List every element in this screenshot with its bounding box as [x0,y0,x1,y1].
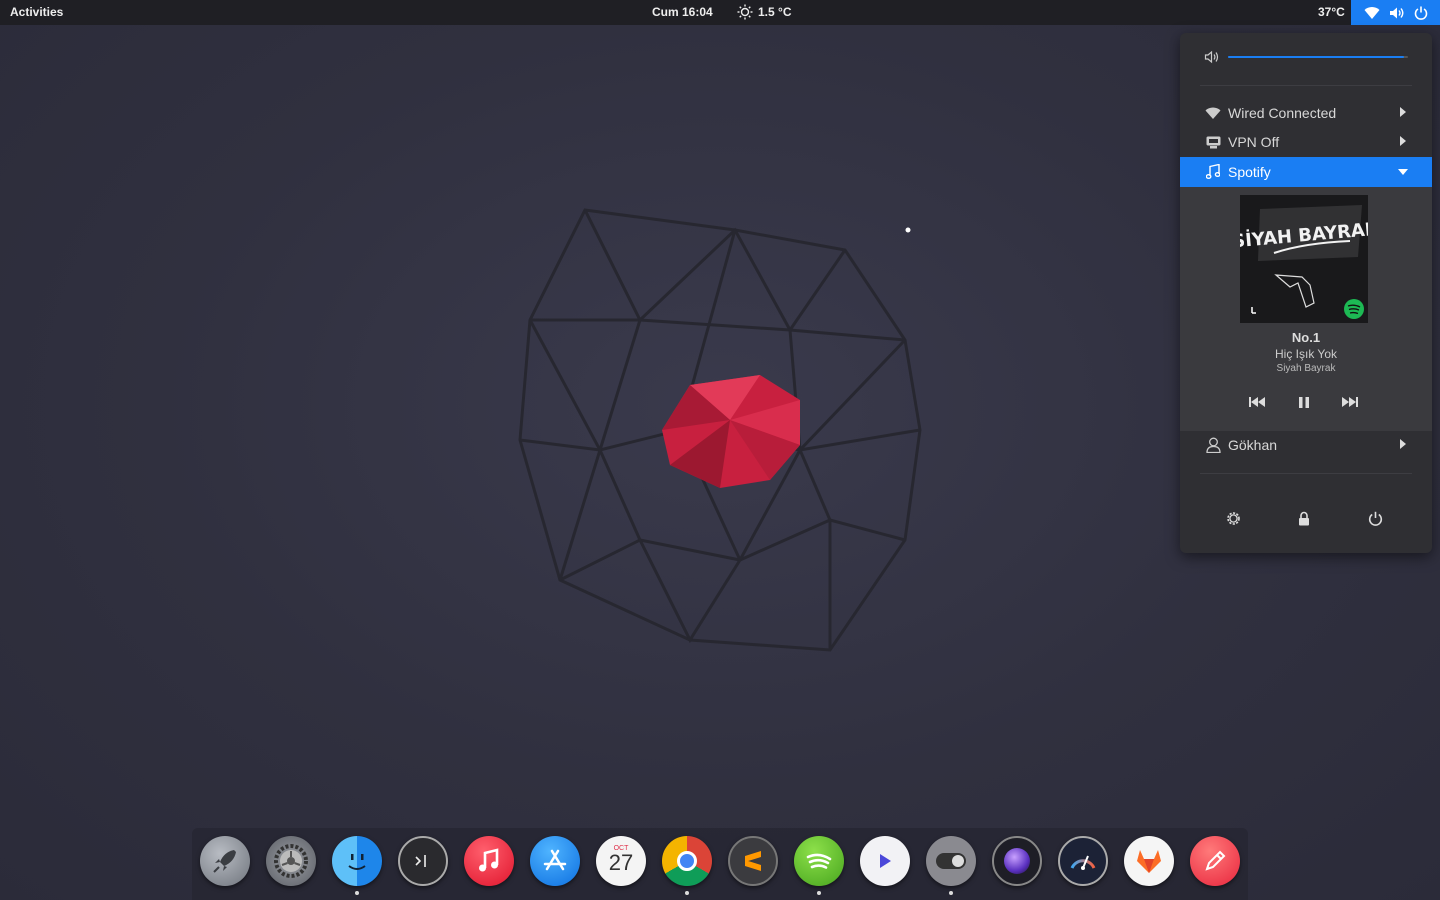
settings-icon [1226,511,1240,525]
weather-temperature: 1.5 °C [758,5,792,19]
toggle-icon [936,853,966,869]
sublime-text-icon [745,851,761,871]
vpn-icon [1204,134,1222,150]
menu-item-label: VPN Off [1228,134,1280,150]
running-indicator [817,891,821,895]
menu-item-label: Spotify [1228,164,1271,180]
power-icon [1368,511,1382,526]
user-icon [1204,437,1222,453]
track-album: Hiç Işık Yok [1274,347,1338,361]
volume-icon [1204,50,1219,64]
running-indicator [685,891,689,895]
chevron-down-icon [1398,169,1408,175]
menu-item-wired[interactable]: Wired Connected [1180,98,1432,128]
camera-lens-icon [1004,848,1030,874]
app-store-icon [543,849,567,871]
chevron-right-icon [1400,439,1406,449]
sun-icon [737,4,753,20]
running-indicator [949,891,953,895]
activities-button[interactable]: Activities [10,5,63,19]
gear-icon [274,844,308,878]
next-icon [1342,397,1358,407]
menu-item-vpn[interactable]: VPN Off [1180,127,1432,157]
dock-video-player[interactable] [860,836,910,886]
calendar-day: 27 [608,849,634,875]
chevron-right-icon [1400,136,1406,146]
media-player: SİYAH BAYRAK No.1 Hiç Işık Yok Siyah Bay… [1180,187,1432,431]
spotify-icon [806,853,832,869]
play-icon [880,854,891,868]
chevron-right-icon [1400,107,1406,117]
running-indicator [355,891,359,895]
volume-slider[interactable] [1228,56,1408,58]
dock-chrome[interactable] [662,836,712,886]
menu-item-spotify[interactable]: Spotify [1180,157,1432,187]
clock[interactable]: Cum 16:04 [652,5,713,19]
system-menu: Wired Connected VPN Off Spotify SİYAH BA… [1180,33,1432,553]
dock-terminal[interactable] [398,836,448,886]
wired-network-icon [1204,105,1222,121]
dock-system-preferences[interactable] [266,836,316,886]
lock-icon [1299,511,1309,525]
volume-control [1200,49,1412,65]
dock-tweaks[interactable] [926,836,976,886]
music-note-icon [1204,164,1222,180]
volume-slider-fill [1228,56,1405,58]
separator [1200,85,1412,86]
menu-item-label: Wired Connected [1228,105,1337,121]
lock-button[interactable] [1289,503,1319,533]
menu-item-user[interactable]: Gökhan [1180,430,1432,460]
dock: OCT 27 [192,828,1248,900]
pause-button[interactable] [1292,390,1316,414]
track-title: No.1 [1291,330,1321,345]
dock-music[interactable] [464,836,514,886]
system-tray[interactable] [1351,0,1440,25]
dock-text-editor[interactable] [1190,836,1240,886]
menu-item-label: Gökhan [1228,437,1278,453]
volume-icon [1389,7,1403,18]
next-button[interactable] [1338,390,1362,414]
power-button[interactable] [1360,503,1390,533]
dock-finder[interactable] [332,836,382,886]
dock-system-monitor[interactable] [1058,836,1108,886]
rocket-icon [213,850,236,873]
power-icon [1414,6,1427,20]
cpu-temperature[interactable]: 37°C [1318,5,1345,19]
previous-button[interactable] [1245,390,1269,414]
pencil-icon [1205,850,1226,871]
dock-launchpad[interactable] [200,836,250,886]
top-bar: Activities Cum 16:04 1.5 °C 37°C [0,0,1440,25]
dock-calendar[interactable]: OCT 27 [596,836,646,886]
gitlab-fox-icon [1137,850,1161,873]
track-artist: Siyah Bayrak [1276,363,1336,374]
dock-gitlab[interactable] [1124,836,1174,886]
weather-indicator[interactable]: 1.5 °C [737,4,791,20]
dock-screenshot[interactable] [992,836,1042,886]
gauge-icon [1070,855,1096,870]
finder-face-icon [348,854,366,870]
pause-icon [1299,396,1309,408]
previous-icon [1249,397,1265,407]
dock-app-store[interactable] [530,836,580,886]
separator [1200,473,1412,474]
album-art: SİYAH BAYRAK [1231,195,1381,323]
chrome-icon [677,851,697,871]
terminal-icon [415,855,426,867]
wifi-icon [1364,6,1379,19]
settings-button[interactable] [1218,503,1248,533]
dock-spotify[interactable] [794,836,844,886]
music-note-icon [479,848,499,872]
dock-sublime-text[interactable] [728,836,778,886]
